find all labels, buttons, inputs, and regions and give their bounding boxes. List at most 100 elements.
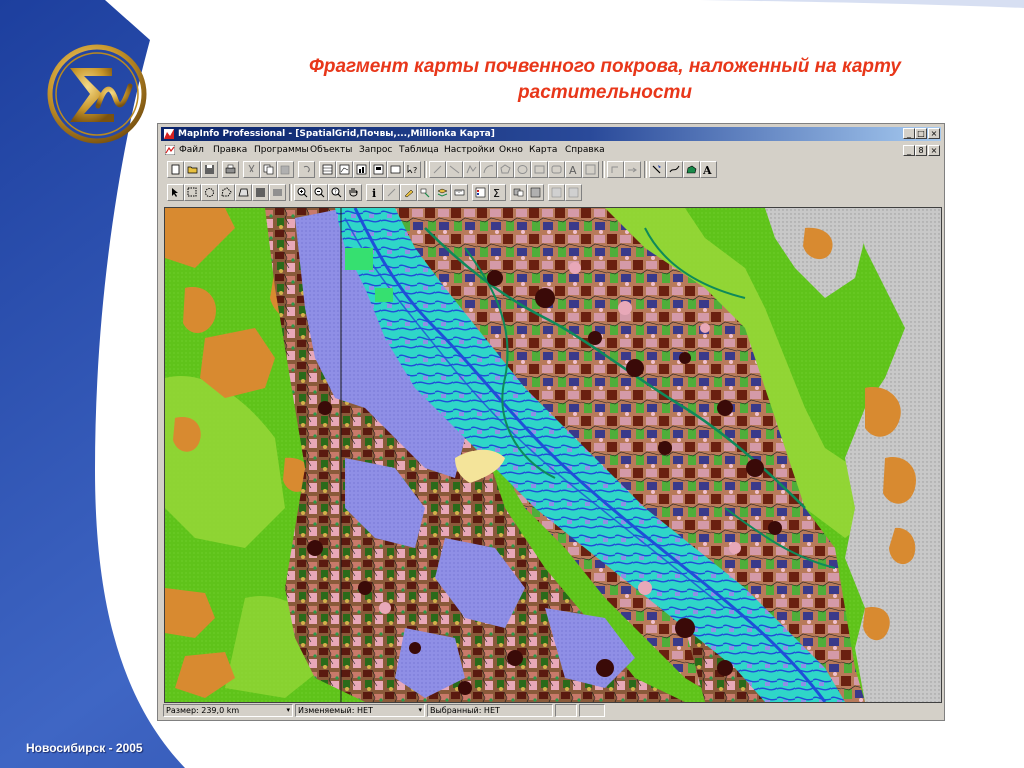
svg-text:Σ: Σ: [493, 187, 500, 198]
editable-layer-field[interactable]: Изменяемый: НЕТ ▾: [295, 704, 425, 717]
map-document-icon[interactable]: [165, 145, 175, 155]
line-tool-icon[interactable]: [446, 161, 463, 178]
mapinfo-window[interactable]: MapInfo Professional - [SpatialGrid,Почв…: [157, 123, 945, 721]
layer-control-icon[interactable]: [434, 184, 451, 201]
arc-tool-icon[interactable]: [480, 161, 497, 178]
options-icon[interactable]: [565, 184, 582, 201]
soil-vegetation-map[interactable]: [165, 208, 941, 702]
selected-layer-field[interactable]: Выбранный: НЕТ: [427, 704, 553, 717]
clip-region-icon[interactable]: [510, 184, 527, 201]
minimize-button[interactable]: _: [903, 128, 915, 139]
menu-file[interactable]: Файл: [179, 144, 204, 156]
close-button[interactable]: ×: [928, 128, 940, 139]
reshape-icon[interactable]: [607, 161, 624, 178]
new-map-icon[interactable]: [336, 161, 353, 178]
text-style-icon[interactable]: A: [700, 161, 717, 178]
invert-selection-icon[interactable]: [269, 184, 286, 201]
zoom-out-icon[interactable]: [311, 184, 328, 201]
menu-map[interactable]: Карта: [529, 144, 557, 156]
new-icon[interactable]: [167, 161, 184, 178]
doc-close-button[interactable]: ×: [928, 145, 940, 156]
polygon-tool-icon[interactable]: [497, 161, 514, 178]
new-graph-icon[interactable]: [353, 161, 370, 178]
legend-icon[interactable]: [472, 184, 489, 201]
select-arrow-icon[interactable]: [167, 184, 184, 201]
logo-emblem: [47, 44, 147, 144]
menu-bar: Файл Правка Программы Объекты Запрос Таб…: [161, 143, 941, 157]
help-pointer-icon[interactable]: ?: [404, 161, 421, 178]
unselect-icon[interactable]: [252, 184, 269, 201]
selected-layer-text: Выбранный: НЕТ: [430, 706, 500, 715]
zoom-status-field[interactable]: Размер: 239,0 km ▾: [163, 704, 293, 717]
editable-layer-text: Изменяемый: НЕТ: [298, 706, 373, 715]
toolbar-separator: [602, 161, 605, 178]
menu-edit[interactable]: Правка: [213, 144, 247, 156]
hotlink-icon[interactable]: [383, 184, 400, 201]
standard-toolbar: ? A A: [161, 159, 941, 181]
statistics-icon[interactable]: Σ: [489, 184, 506, 201]
new-layout-icon[interactable]: [370, 161, 387, 178]
map-window[interactable]: [164, 207, 942, 703]
menu-window[interactable]: Окно: [499, 144, 523, 156]
set-target-icon[interactable]: [527, 184, 544, 201]
open-icon[interactable]: [184, 161, 201, 178]
toolbar-separator: [644, 161, 647, 178]
slide-title: Фрагмент карты почвенного покрова, налож…: [309, 56, 901, 103]
menu-table[interactable]: Таблица: [399, 144, 439, 156]
radius-select-icon[interactable]: [201, 184, 218, 201]
symbol-style-icon[interactable]: [649, 161, 666, 178]
maximize-button[interactable]: □: [915, 128, 927, 139]
text-tool-icon[interactable]: A: [565, 161, 582, 178]
dropdown-arrow-icon: ▾: [418, 706, 422, 714]
symbol-tool-icon[interactable]: [429, 161, 446, 178]
grabber-hand-icon[interactable]: [345, 184, 362, 201]
ellipse-tool-icon[interactable]: [514, 161, 531, 178]
svg-text:A: A: [703, 164, 712, 175]
svg-text:?: ?: [413, 166, 417, 175]
print-icon[interactable]: [222, 161, 239, 178]
status-bar: Размер: 239,0 km ▾ Изменяемый: НЕТ ▾ Выб…: [161, 703, 941, 718]
main-toolbar: ? i Σ: [161, 182, 941, 204]
window-titlebar[interactable]: MapInfo Professional - [SpatialGrid,Почв…: [161, 127, 941, 141]
menu-help[interactable]: Справка: [565, 144, 605, 156]
menu-objects[interactable]: Объекты: [310, 144, 352, 156]
zoom-status-text: Размер: 239,0 km: [166, 706, 240, 715]
menu-programs[interactable]: Программы: [254, 144, 309, 156]
region-style-icon[interactable]: [683, 161, 700, 178]
svg-text:?: ?: [334, 190, 337, 196]
paste-icon[interactable]: [277, 161, 294, 178]
menu-query[interactable]: Запрос: [359, 144, 392, 156]
toolbar-separator: [289, 184, 292, 201]
frame-tool-icon[interactable]: [582, 161, 599, 178]
svg-text:A: A: [569, 164, 577, 175]
toolbar-separator: [424, 161, 427, 178]
add-node-icon[interactable]: [624, 161, 641, 178]
ruler-icon[interactable]: [451, 184, 468, 201]
rectangle-tool-icon[interactable]: [531, 161, 548, 178]
rounded-rect-tool-icon[interactable]: [548, 161, 565, 178]
label-tool-icon[interactable]: [400, 184, 417, 201]
boundary-select-icon[interactable]: [235, 184, 252, 201]
polyline-tool-icon[interactable]: [463, 161, 480, 178]
doc-minimize-button[interactable]: _: [903, 145, 915, 156]
show-hide-icon[interactable]: [548, 184, 565, 201]
window-title: MapInfo Professional - [SpatialGrid,Почв…: [178, 129, 495, 139]
polygon-select-icon[interactable]: [218, 184, 235, 201]
svg-text:i: i: [372, 187, 376, 198]
drag-window-icon[interactable]: [417, 184, 434, 201]
doc-restore-button[interactable]: 8: [915, 145, 927, 156]
save-icon[interactable]: [201, 161, 218, 178]
copy-icon[interactable]: [260, 161, 277, 178]
undo-icon[interactable]: [298, 161, 315, 178]
mapinfo-app-icon: [164, 129, 174, 139]
menu-settings[interactable]: Настройки: [444, 144, 495, 156]
change-view-icon[interactable]: ?: [328, 184, 345, 201]
marquee-select-icon[interactable]: [184, 184, 201, 201]
line-style-icon[interactable]: [666, 161, 683, 178]
info-tool-icon[interactable]: i: [366, 184, 383, 201]
cut-icon[interactable]: [243, 161, 260, 178]
new-browser-icon[interactable]: [319, 161, 336, 178]
redistrict-icon[interactable]: [387, 161, 404, 178]
zoom-in-icon[interactable]: [294, 184, 311, 201]
status-extra-field-2: [579, 704, 605, 717]
